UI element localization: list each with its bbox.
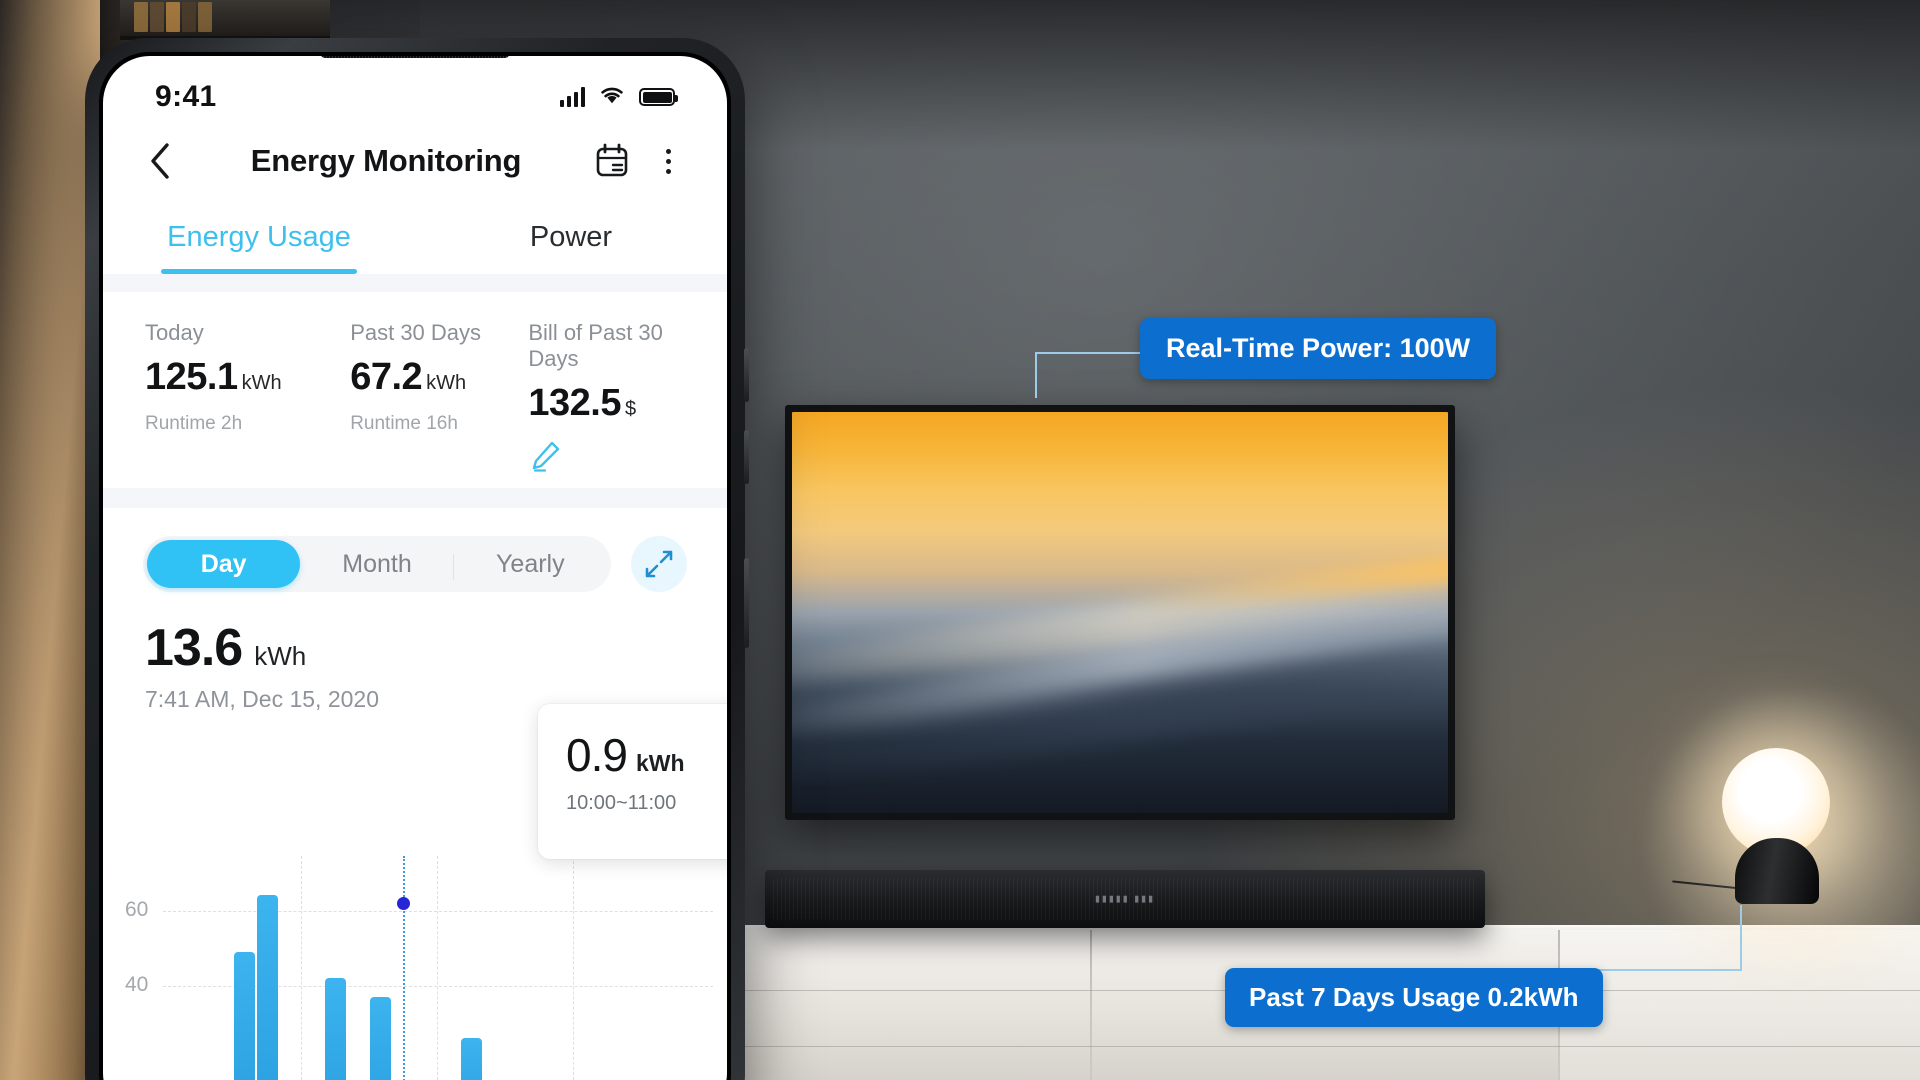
tab-power[interactable]: Power — [415, 200, 727, 274]
chart-y-tick-label: 60 — [125, 898, 149, 922]
chart-bar[interactable] — [233, 951, 255, 1080]
status-bar-time: 9:41 — [155, 80, 217, 113]
chart-vertical-gridline — [301, 856, 302, 1080]
tab-label: Power — [529, 220, 613, 253]
chart-bar[interactable] — [460, 1037, 482, 1080]
callout-leader-line — [1740, 905, 1742, 971]
energy-usage-chart[interactable]: 40 60 — [103, 856, 727, 1080]
callout-leader-line — [1035, 352, 1143, 354]
calendar-icon — [596, 143, 628, 177]
past-7-days-usage-callout-badge: Past 7 Days Usage 0.2kWh — [1225, 968, 1603, 1027]
stat-unit: kWh — [426, 372, 467, 394]
volume-down-button[interactable] — [744, 430, 749, 484]
segment-label: Day — [200, 549, 247, 578]
kebab-menu-icon — [665, 148, 671, 174]
stat-label: Bill of Past 30 Days — [528, 320, 663, 371]
section-divider — [103, 488, 727, 508]
segment-label: Yearly — [496, 549, 565, 578]
shelf — [120, 0, 330, 40]
wifi-icon — [599, 85, 625, 110]
stat-number: 67.2 — [350, 356, 423, 398]
stat-number: 132.5 — [528, 382, 621, 424]
back-button[interactable] — [137, 138, 183, 184]
tooltip-value-group: 0.9 kWh — [566, 728, 727, 782]
chart-gridline — [163, 911, 713, 913]
status-bar: 9:41 — [103, 56, 727, 122]
stat-value-group: 125.1 kWh — [145, 356, 350, 399]
status-bar-icons — [560, 85, 678, 110]
edit-bill-button[interactable] — [528, 439, 685, 478]
section-divider — [103, 274, 727, 292]
stat-unit: $ — [624, 398, 637, 420]
console-seam-line — [740, 1046, 1920, 1047]
lamp-base — [1735, 838, 1819, 904]
stat-number: 125.1 — [145, 356, 238, 398]
chart-bar[interactable] — [324, 977, 346, 1080]
console-vertical-seam — [1090, 930, 1092, 1080]
stat-runtime: Runtime 16h — [350, 413, 458, 434]
chart-plot-area[interactable]: 40 60 — [103, 856, 727, 1080]
stat-unit: kWh — [241, 372, 282, 394]
soundbar: ▮▮▮▮▮ ▮▮▮ — [765, 870, 1485, 928]
chart-selection-line — [403, 856, 405, 1080]
tab-energy-usage[interactable]: Energy Usage — [103, 200, 415, 274]
tab-active-underline — [161, 269, 357, 274]
reading-value-group: 13.6 kWh — [145, 618, 685, 678]
summary-stats-row: Today 125.1 kWh Runtime 2h Past 30 Days … — [103, 292, 727, 488]
page-title: Energy Monitoring — [250, 143, 522, 178]
chart-selection-dot[interactable] — [396, 897, 410, 911]
tooltip-unit: kWh — [635, 750, 685, 776]
pencil-edit-icon — [533, 441, 560, 472]
chevron-left-icon — [151, 143, 169, 179]
signal-bars-icon — [560, 87, 585, 107]
tv-screen-image — [792, 412, 1448, 813]
chart-vertical-gridline — [437, 856, 438, 1080]
segment-label: Month — [342, 549, 412, 578]
stat-label: Today — [145, 320, 204, 345]
smartphone-device: 9:41 Energy Monitoring Energy Usage Powe… — [85, 38, 749, 1080]
stat-value-group: 132.5 $ — [528, 382, 685, 425]
tab-bar: Energy Usage Power — [103, 200, 727, 274]
chart-vertical-gridline — [573, 856, 574, 1080]
stat-label: Past 30 Days — [350, 320, 482, 345]
expand-chart-button[interactable] — [631, 536, 687, 592]
chart-bar[interactable] — [369, 996, 391, 1080]
power-button[interactable] — [744, 558, 749, 648]
calendar-button[interactable] — [589, 138, 635, 184]
range-segmented-control: Day Month Yearly — [143, 536, 611, 592]
chart-bar[interactable] — [256, 895, 278, 1080]
reading-unit: kWh — [254, 641, 307, 671]
stat-past-30-days: Past 30 Days 67.2 kWh Runtime 16h — [350, 320, 528, 478]
tab-label: Energy Usage — [167, 220, 351, 253]
segment-day[interactable]: Day — [147, 540, 301, 588]
battery-full-icon — [639, 88, 678, 106]
volume-up-button[interactable] — [744, 348, 749, 402]
chart-y-tick-label: 40 — [125, 973, 149, 997]
expand-diagonal-icon — [645, 550, 673, 578]
app-bar: Energy Monitoring — [103, 122, 727, 200]
stat-bill-past-30-days: Bill of Past 30 Days 132.5 $ — [528, 320, 685, 478]
current-reading: 13.6 kWh 7:41 AM, Dec 15, 2020 — [103, 592, 727, 713]
chart-tooltip-card: 0.9 kWh 10:00~11:00 — [538, 704, 727, 859]
range-controls: Day Month Yearly — [103, 508, 727, 592]
stat-value-group: 67.2 kWh — [350, 356, 528, 399]
television — [785, 405, 1455, 820]
realtime-power-callout-badge: Real-Time Power: 100W — [1140, 318, 1497, 379]
stat-runtime: Runtime 2h — [145, 413, 243, 434]
earpiece-speaker-grille — [320, 56, 510, 58]
more-options-button[interactable] — [645, 138, 691, 184]
phone-bezel: 9:41 Energy Monitoring Energy Usage Powe… — [99, 52, 731, 1080]
reading-number: 13.6 — [145, 619, 243, 677]
soundbar-brand-label: ▮▮▮▮▮ ▮▮▮ — [1094, 893, 1156, 904]
tooltip-time-range: 10:00~11:00 — [566, 792, 677, 814]
tooltip-number: 0.9 — [566, 729, 628, 781]
callout-leader-line — [1035, 352, 1037, 398]
phone-screen: 9:41 Energy Monitoring Energy Usage Powe… — [103, 56, 727, 1080]
stat-today: Today 125.1 kWh Runtime 2h — [145, 320, 350, 478]
segment-yearly[interactable]: Yearly — [454, 540, 607, 588]
segment-month[interactable]: Month — [300, 540, 454, 588]
